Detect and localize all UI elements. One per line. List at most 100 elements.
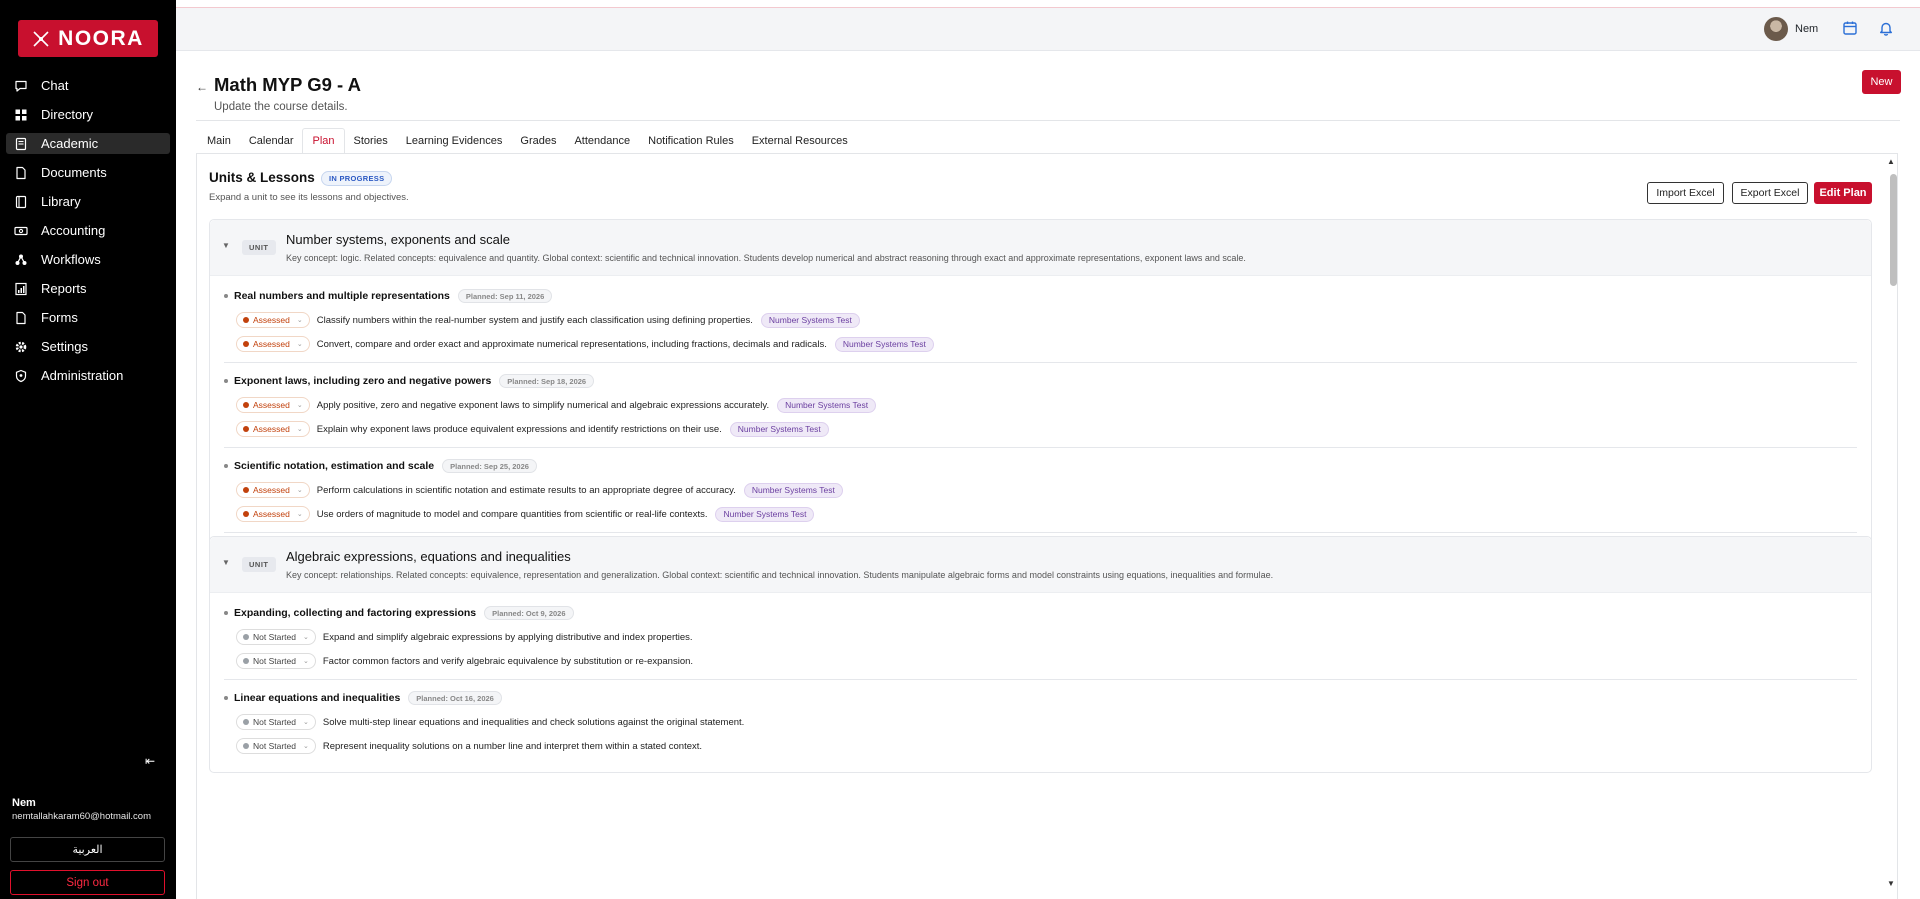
assessment-chip[interactable]: Number Systems Test	[834, 336, 934, 352]
report-icon	[14, 282, 28, 296]
tab-stories[interactable]: Stories	[345, 128, 397, 154]
scroll-up-arrow[interactable]: ▲	[1887, 157, 1895, 166]
sidebar-item-label: Settings	[41, 339, 88, 354]
tab-plan[interactable]: Plan	[302, 128, 345, 154]
objective-status-label: Assessed	[253, 424, 290, 434]
collapse-sidebar-button[interactable]: ⇤	[142, 754, 158, 770]
sign-out-button[interactable]: Sign out	[10, 870, 165, 895]
objective-status-dropdown[interactable]: Assessed ⌄	[236, 397, 310, 413]
assessment-chip[interactable]: Number Systems Test	[777, 397, 877, 413]
sidebar-item-workflows[interactable]: Workflows	[6, 249, 170, 270]
status-dot-icon	[243, 719, 249, 725]
tab-notification-rules[interactable]: Notification Rules	[639, 128, 743, 154]
brand-logo[interactable]: NOORA	[18, 20, 158, 57]
tab-grades[interactable]: Grades	[511, 128, 565, 154]
objective-status-dropdown[interactable]: Assessed ⌄	[236, 336, 310, 352]
sidebar-item-directory[interactable]: Directory	[6, 104, 170, 125]
objective-status-dropdown[interactable]: Assessed ⌄	[236, 482, 310, 498]
lesson-header: Linear equations and inequalities Planned…	[224, 686, 1857, 710]
sidebar-user-email: nemtallahkaram60@hotmail.com	[12, 811, 152, 822]
objective-status-label: Assessed	[253, 509, 290, 519]
objective-status-dropdown[interactable]: Not Started ⌄	[236, 738, 316, 754]
unit-header[interactable]: ▼ UNIT Algebraic expressions, equations an…	[210, 537, 1871, 593]
tab-main[interactable]: Main	[198, 128, 240, 154]
sidebar-item-reports[interactable]: Reports	[6, 278, 170, 299]
sidebar-item-label: Reports	[41, 281, 87, 296]
assessment-chip[interactable]: Number Systems Test	[743, 482, 843, 498]
objective-status-dropdown[interactable]: Not Started ⌄	[236, 653, 316, 669]
calendar-icon[interactable]	[1842, 20, 1858, 36]
objective-row: Not Started ⌄ Expand and simplify algebrai…	[224, 625, 1857, 649]
assessment-chip[interactable]: Number Systems Test	[729, 421, 829, 437]
sidebar-item-library[interactable]: Library	[6, 191, 170, 212]
caret-down-icon[interactable]: ▼	[222, 241, 230, 250]
chat-icon	[14, 79, 28, 93]
lesson-item: Linear equations and inequalities Planned…	[224, 680, 1857, 764]
objective-status-dropdown[interactable]: Assessed ⌄	[236, 421, 310, 437]
chevron-down-icon: ⌄	[303, 743, 309, 750]
unit-header[interactable]: ▼ UNIT Number systems, exponents and scale…	[210, 220, 1871, 276]
new-button[interactable]: New	[1862, 70, 1901, 94]
topbar-user-name[interactable]: Nem	[1795, 23, 1818, 35]
language-toggle-button[interactable]: العربية	[10, 837, 165, 862]
sidebar-item-academic[interactable]: Academic	[6, 133, 170, 154]
objective-status-dropdown[interactable]: Assessed ⌄	[236, 312, 310, 328]
bullet-dot	[224, 379, 228, 383]
sidebar-item-label: Documents	[41, 165, 107, 180]
chevron-down-icon: ⌄	[303, 719, 309, 726]
tab-external-resources[interactable]: External Resources	[743, 128, 857, 154]
objective-status-label: Assessed	[253, 339, 290, 349]
lesson-header: Exponent laws, including zero and negati…	[224, 369, 1857, 393]
objective-text: Apply positive, zero and negative expone…	[316, 399, 770, 411]
scroll-down-arrow[interactable]: ▼	[1887, 879, 1895, 888]
library-icon	[14, 195, 28, 209]
edit-plan-button[interactable]: Edit Plan	[1814, 182, 1872, 204]
objective-status-label: Not Started	[253, 741, 296, 751]
objective-status-dropdown[interactable]: Assessed ⌄	[236, 506, 310, 522]
sidebar-item-accounting[interactable]: Accounting	[6, 220, 170, 241]
sidebar-item-label: Forms	[41, 310, 78, 325]
workflow-icon	[14, 253, 28, 267]
lesson-header: Expanding, collecting and factoring expr…	[224, 601, 1857, 625]
back-arrow-icon[interactable]: ←	[196, 80, 208, 94]
planned-date-badge: Planned: Oct 16, 2026	[408, 691, 502, 705]
objective-row: Not Started ⌄ Factor common factors and ve…	[224, 649, 1857, 673]
objective-status-label: Assessed	[253, 400, 290, 410]
assessment-chip[interactable]: Number Systems Test	[760, 312, 860, 328]
sidebar-item-forms[interactable]: Forms	[6, 307, 170, 328]
objective-text: Expand and simplify algebraic expression…	[322, 631, 693, 643]
tab-learning-evidences[interactable]: Learning Evidences	[397, 128, 512, 154]
bell-icon[interactable]	[1878, 20, 1894, 36]
noora-logo-icon	[32, 30, 50, 48]
tab-attendance[interactable]: Attendance	[565, 128, 639, 154]
objective-status-label: Not Started	[253, 717, 296, 727]
scrollbar-thumb[interactable]	[1890, 174, 1897, 286]
sidebar-item-label: Administration	[41, 368, 124, 383]
planned-date-badge: Planned: Sep 18, 2026	[499, 374, 595, 388]
lesson-title: Expanding, collecting and factoring expr…	[234, 607, 477, 619]
objective-status-dropdown[interactable]: Not Started ⌄	[236, 714, 316, 730]
chevron-down-icon: ⌄	[303, 658, 309, 665]
status-dot-icon	[243, 743, 249, 749]
import-excel-button[interactable]: Import Excel	[1647, 182, 1724, 204]
sidebar-item-label: Academic	[41, 136, 99, 151]
sidebar-item-administration[interactable]: Administration	[6, 365, 170, 386]
sidebar-item-label: Library	[41, 194, 81, 209]
sidebar-item-settings[interactable]: Settings	[6, 336, 170, 357]
objective-status-dropdown[interactable]: Not Started ⌄	[236, 629, 316, 645]
sidebar-item-label: Chat	[41, 78, 69, 93]
sidebar-item-label: Workflows	[41, 252, 101, 267]
bullet-dot	[224, 294, 228, 298]
chevron-down-icon: ⌄	[296, 341, 303, 348]
caret-down-icon[interactable]: ▼	[222, 558, 230, 567]
sidebar-item-chat[interactable]: Chat	[6, 75, 170, 96]
sidebar-item-documents[interactable]: Documents	[6, 162, 170, 183]
export-excel-button[interactable]: Export Excel	[1732, 182, 1808, 204]
sidebar-nav: Chat Directory Academic Documents Library Acc…	[6, 75, 170, 394]
objective-text: Factor common factors and verify algebra…	[322, 655, 694, 667]
assessment-chip[interactable]: Number Systems Test	[715, 506, 815, 522]
avatar[interactable]	[1764, 17, 1788, 41]
status-dot-icon	[243, 341, 249, 347]
book-icon	[14, 137, 28, 151]
tab-calendar[interactable]: Calendar	[240, 128, 303, 154]
